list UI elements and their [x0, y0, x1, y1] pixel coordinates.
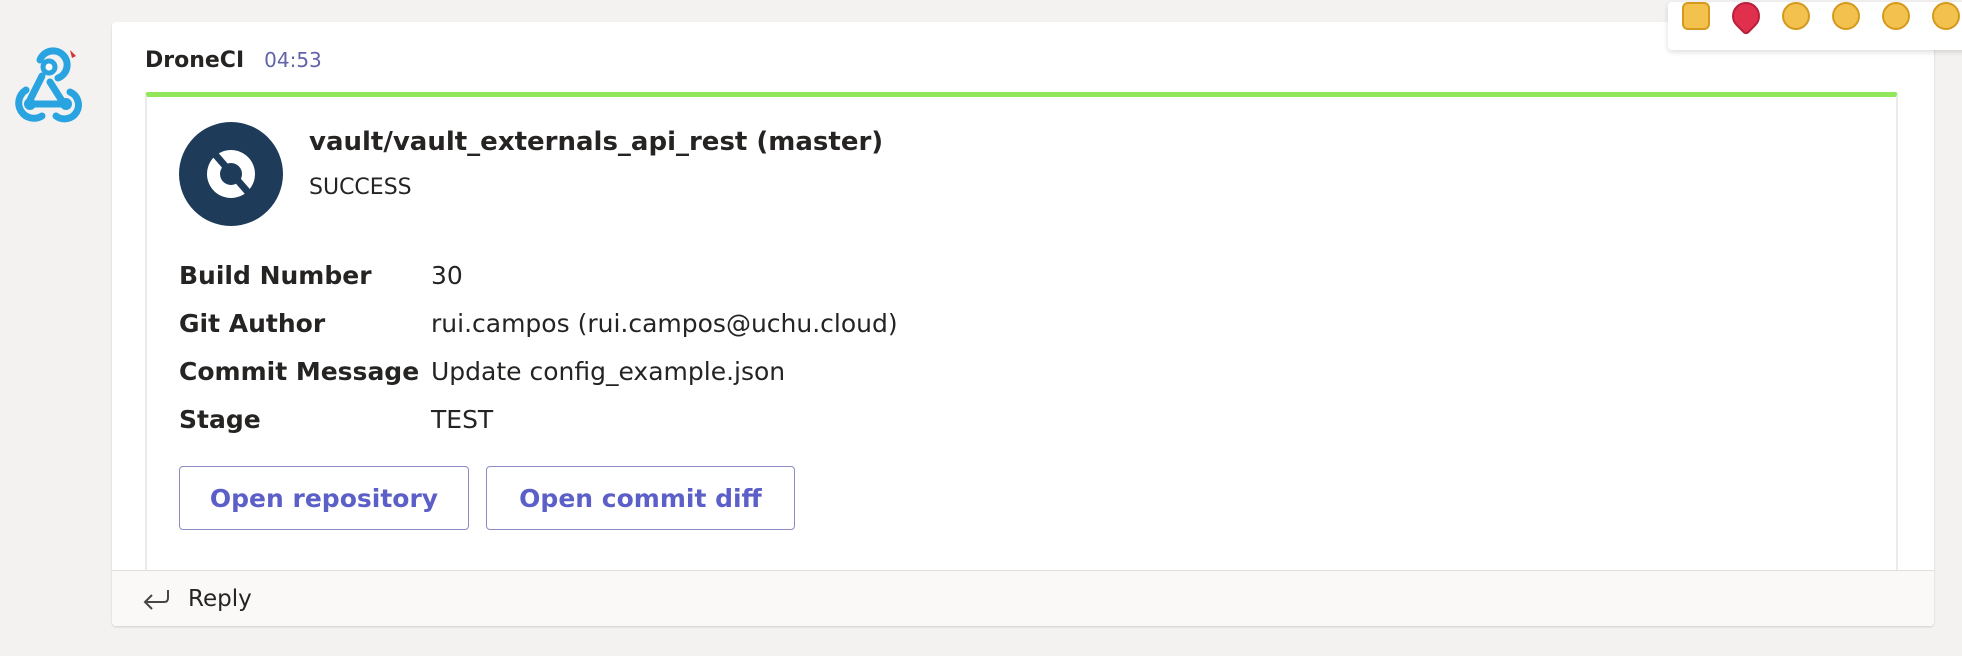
open-repository-button[interactable]: Open repository	[179, 466, 469, 530]
fact-value: TEST	[431, 404, 494, 434]
message-time: 04:53	[264, 48, 322, 72]
fact-row-commit-message: Commit Message Update config_example.jso…	[179, 347, 898, 395]
message-header: DroneCI 04:53	[145, 48, 322, 82]
fact-value: Update config_example.json	[431, 356, 786, 386]
surprised-emoji-icon[interactable]	[1832, 2, 1860, 30]
fact-row-stage: Stage TEST	[179, 395, 898, 443]
fact-key: Build Number	[179, 260, 372, 290]
fact-row-build-number: Build Number 30	[179, 251, 898, 299]
angry-emoji-icon[interactable]	[1932, 2, 1960, 30]
like-emoji-icon[interactable]	[1682, 2, 1710, 30]
chat-message: DroneCI 04:53 vault/vault_externals_api_…	[112, 2, 1962, 626]
open-commit-diff-button[interactable]: Open commit diff	[486, 466, 795, 530]
fact-key: Stage	[179, 404, 261, 434]
reaction-bar	[1668, 2, 1962, 50]
reply-arrow-icon	[143, 589, 169, 610]
fact-row-git-author: Git Author rui.campos (rui.campos@uchu.c…	[179, 299, 898, 347]
sender-avatar[interactable]	[6, 42, 90, 126]
fact-key: Git Author	[179, 308, 326, 338]
webhook-icon	[15, 47, 82, 123]
drone-logo-icon	[179, 122, 283, 226]
sad-emoji-icon[interactable]	[1882, 2, 1910, 30]
laugh-emoji-icon[interactable]	[1782, 2, 1810, 30]
fact-set: Build Number 30 Git Author rui.campos (r…	[179, 251, 898, 443]
sender-name[interactable]: DroneCI	[145, 48, 244, 73]
build-status: SUCCESS	[309, 175, 412, 200]
card-title: vault/vault_externals_api_rest (master)	[309, 127, 884, 157]
fact-value: rui.campos (rui.campos@uchu.cloud)	[431, 308, 898, 338]
adaptive-card: vault/vault_externals_api_rest (master) …	[145, 92, 1898, 578]
fact-key: Commit Message	[179, 356, 420, 386]
reply-label: Reply	[188, 585, 252, 612]
fact-value: 30	[431, 260, 463, 290]
heart-emoji-icon[interactable]	[1726, 2, 1766, 36]
reply-button[interactable]: Reply	[112, 570, 1934, 626]
card-actions: Open repository Open commit diff	[179, 466, 795, 530]
